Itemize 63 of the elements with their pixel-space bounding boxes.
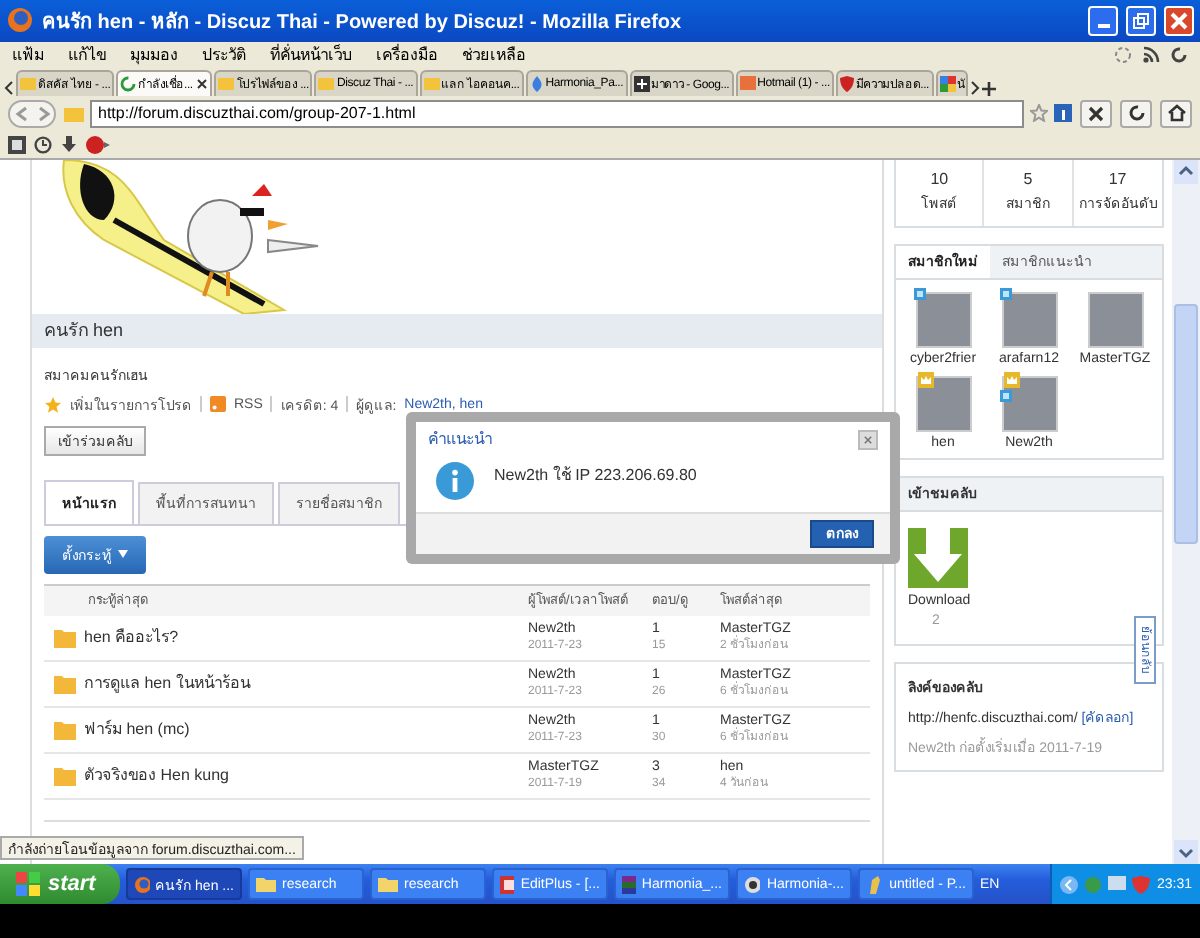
info-icon: [436, 461, 474, 500]
info-icon[interactable]: [1054, 104, 1072, 123]
dialog-message: New2th ใช้ IP 223.206.69.80: [494, 463, 697, 488]
plus-icon: [633, 75, 650, 92]
home-icon: [1167, 104, 1185, 123]
reload-icon: [1127, 104, 1145, 123]
scroll-down-button[interactable]: [1174, 840, 1198, 865]
scrollbar-thumb[interactable]: [1174, 303, 1198, 544]
close-icon[interactable]: [196, 77, 209, 90]
close-button[interactable]: [1164, 5, 1194, 36]
avatar-placeholder[interactable]: [915, 375, 971, 432]
menu-item[interactable]: ประวัติ: [202, 41, 246, 68]
restore-button[interactable]: [1126, 5, 1156, 36]
star-icon[interactable]: [1030, 104, 1048, 123]
stat-value: 10: [930, 170, 949, 189]
minimize-icon: [1097, 23, 1109, 28]
thread-title-link[interactable]: ตัวจริงของ Hen kung: [84, 762, 229, 789]
google-icon: [939, 75, 956, 92]
menu-item[interactable]: มุมมอง: [130, 41, 178, 68]
menu-item[interactable]: ช่วยเหลือ: [462, 41, 526, 68]
archive-icon: [622, 875, 636, 894]
group-title: คนรัก hen: [32, 313, 882, 348]
minimize-button[interactable]: [1088, 5, 1118, 36]
star-icon: [44, 395, 62, 414]
refresh-icon[interactable]: [1170, 45, 1188, 64]
window-icon[interactable]: [8, 135, 26, 154]
close-icon: [1170, 11, 1188, 30]
thread-title-link[interactable]: hen คืออะไร?: [84, 624, 179, 651]
dialog-title: คำแนะนำ: [428, 428, 492, 453]
rss-icon: [210, 396, 226, 413]
scroll-right-icon[interactable]: [970, 79, 981, 96]
thread-title-link[interactable]: การดูแล hen ในหน้าร้อน: [84, 670, 250, 697]
stop-button[interactable]: [1080, 99, 1112, 128]
throbber-icon: [1114, 45, 1132, 64]
scroll-up-button[interactable]: [1174, 159, 1198, 184]
menu-item[interactable]: แฟ้ม: [12, 41, 44, 68]
avatar-placeholder[interactable]: [1001, 291, 1057, 348]
home-button[interactable]: [1160, 99, 1192, 128]
thread-title-link[interactable]: ฟาร์ม hen (mc): [84, 716, 190, 743]
stop-icon: [1088, 105, 1104, 122]
new-tab-icon[interactable]: [982, 81, 997, 96]
rss-icon[interactable]: [1142, 45, 1160, 64]
firefox-icon: [6, 6, 34, 35]
reload-button[interactable]: [1120, 99, 1152, 128]
avatar-placeholder[interactable]: [1087, 291, 1143, 348]
menu-item[interactable]: เครื่องมือ: [376, 41, 438, 68]
window-title: คนรัก hen - หลัก - Discuz Thai - Powered by Discuz! - Mozilla Firefox: [42, 9, 684, 36]
loading-icon: [120, 75, 137, 92]
clock-icon[interactable]: [34, 135, 52, 154]
stat-value: 5: [1023, 170, 1033, 189]
menu-item[interactable]: แก้ไข: [68, 41, 106, 68]
caret-icon: [118, 550, 128, 559]
avatar-placeholder[interactable]: [915, 291, 971, 348]
stat-value: 17: [1108, 170, 1127, 189]
firefox-icon: [134, 875, 150, 894]
back-arrow-icon[interactable]: [1060, 875, 1079, 894]
shield-icon: [839, 75, 854, 92]
restore-icon: [1132, 11, 1150, 30]
windows-logo-icon: [16, 872, 40, 897]
menu-item[interactable]: ที่คั่นหน้าเว็บ: [270, 41, 352, 68]
scroll-left-icon[interactable]: [4, 79, 14, 96]
download-icon[interactable]: [60, 135, 78, 154]
address-field[interactable]: http://forum.discuzthai.com/group-207-1.html: [90, 99, 1024, 128]
